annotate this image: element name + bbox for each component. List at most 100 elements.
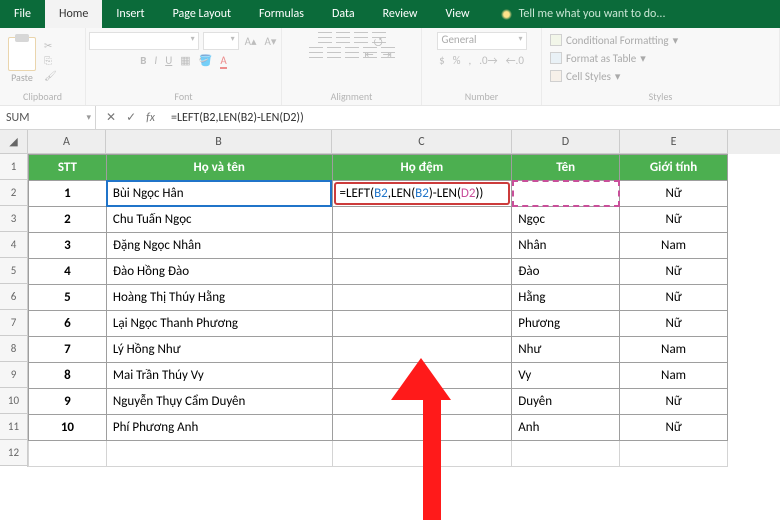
decrease-decimal-icon[interactable]: ←.0	[504, 54, 526, 67]
select-all-corner[interactable]: ◢	[0, 130, 27, 154]
font-size-select[interactable]	[203, 32, 239, 50]
cell[interactable]	[332, 311, 512, 337]
cell[interactable]: 2	[29, 207, 107, 233]
cell[interactable]: Vy	[512, 363, 620, 389]
cell[interactable]: Nam	[620, 337, 728, 363]
cell[interactable]: Nữ	[620, 259, 728, 285]
row-header[interactable]: 5	[0, 258, 27, 284]
cell[interactable]: Hằng	[512, 285, 620, 311]
cell[interactable]: Như	[512, 337, 620, 363]
cell[interactable]: 7	[29, 337, 107, 363]
align-middle-icon[interactable]	[336, 32, 350, 43]
formula-input[interactable]: =LEFT(B2,LEN(B2)-LEN(D2))	[165, 106, 780, 129]
orientation-icon[interactable]: ⭯	[372, 32, 386, 43]
header-cell[interactable]: Tên	[512, 155, 620, 181]
row-header[interactable]: 12	[0, 440, 27, 466]
cell-d2[interactable]	[512, 181, 620, 207]
row-header[interactable]: 10	[0, 388, 27, 414]
cell[interactable]: 8	[29, 363, 107, 389]
cell[interactable]: 3	[29, 233, 107, 259]
row-header[interactable]: 4	[0, 232, 27, 258]
cell[interactable]: Đào Hồng Đào	[106, 259, 332, 285]
align-right-icon[interactable]	[345, 47, 359, 58]
name-box[interactable]: SUM	[0, 106, 96, 129]
row-header[interactable]: 8	[0, 336, 27, 362]
paste-icon[interactable]	[8, 37, 36, 71]
decrease-font-icon[interactable]: A▾	[263, 35, 279, 48]
cell[interactable]	[332, 389, 512, 415]
cell[interactable]	[106, 441, 332, 467]
formula-edit-box[interactable]: =LEFT(B2,LEN(B2)-LEN(D2))	[334, 182, 511, 205]
decrease-indent-icon[interactable]: ⇤	[363, 47, 377, 58]
cell[interactable]: 10	[29, 415, 107, 441]
increase-font-icon[interactable]: A▴	[243, 35, 259, 48]
currency-icon[interactable]: $	[437, 54, 447, 67]
col-header[interactable]: B	[106, 130, 332, 154]
cell[interactable]	[332, 233, 512, 259]
format-as-table-button[interactable]: Format as Table▾	[550, 50, 646, 66]
percent-icon[interactable]: %	[451, 54, 463, 67]
cell[interactable]	[332, 207, 512, 233]
cell[interactable]: Hoàng Thị Thúy Hằng	[106, 285, 332, 311]
cell[interactable]: Nữ	[620, 311, 728, 337]
cell[interactable]: Lại Ngọc Thanh Phương	[106, 311, 332, 337]
tab-home[interactable]: Home	[45, 0, 102, 28]
header-cell[interactable]: Họ đệm	[332, 155, 512, 181]
cell[interactable]	[332, 363, 512, 389]
font-color-icon[interactable]: A	[218, 54, 228, 67]
conditional-formatting-button[interactable]: Conditional Formatting▾	[550, 32, 678, 48]
cell[interactable]: Nam	[620, 363, 728, 389]
cell[interactable]: Đặng Ngọc Nhân	[106, 233, 332, 259]
format-painter-icon[interactable]: 🖌	[44, 69, 57, 82]
col-header[interactable]: E	[620, 130, 728, 154]
tab-page-layout[interactable]: Page Layout	[159, 0, 245, 28]
cancel-formula-icon[interactable]: ✕	[106, 110, 116, 125]
cell[interactable]: Phí Phương Anh	[106, 415, 332, 441]
row-header[interactable]: 1	[0, 154, 27, 180]
cell[interactable]: Nam	[620, 233, 728, 259]
cell[interactable]: Nhân	[512, 233, 620, 259]
cell[interactable]	[332, 285, 512, 311]
cell[interactable]: Nguyễn Thụy Cẩm Duyên	[106, 389, 332, 415]
number-format-select[interactable]: General	[437, 32, 527, 50]
tab-formulas[interactable]: Formulas	[245, 0, 318, 28]
header-cell[interactable]: Giới tính	[620, 155, 728, 181]
cell[interactable]: Nữ	[620, 389, 728, 415]
cut-icon[interactable]: ✂	[44, 39, 57, 52]
col-header[interactable]: C	[332, 130, 512, 154]
row-header[interactable]: 11	[0, 414, 27, 440]
tab-insert[interactable]: Insert	[102, 0, 158, 28]
cell[interactable]	[332, 259, 512, 285]
cell[interactable]: Mai Trần Thúy Vy	[106, 363, 332, 389]
row-header[interactable]: 3	[0, 206, 27, 232]
italic-button[interactable]: I	[152, 54, 159, 67]
cell[interactable]: Nữ	[620, 207, 728, 233]
row-header[interactable]: 6	[0, 284, 27, 310]
increase-indent-icon[interactable]: ⇥	[381, 47, 395, 58]
fill-color-icon[interactable]: 🪣	[197, 54, 215, 67]
tab-data[interactable]: Data	[318, 0, 369, 28]
row-header[interactable]: 7	[0, 310, 27, 336]
cell[interactable]: 6	[29, 311, 107, 337]
cell[interactable]: Anh	[512, 415, 620, 441]
accept-formula-icon[interactable]: ✓	[126, 110, 136, 125]
border-icon[interactable]: ▦	[178, 54, 192, 67]
col-header[interactable]: A	[28, 130, 106, 154]
tab-view[interactable]: View	[432, 0, 484, 28]
header-cell[interactable]: Họ và tên	[106, 155, 332, 181]
align-top-icon[interactable]	[318, 32, 332, 43]
cell-b2[interactable]: Bùi Ngọc Hân	[106, 181, 332, 207]
cell[interactable]: 1	[29, 181, 107, 207]
bold-button[interactable]: B	[138, 54, 148, 67]
cell[interactable]: Nữ	[620, 415, 728, 441]
cell[interactable]: Duyên	[512, 389, 620, 415]
header-cell[interactable]: STT	[29, 155, 107, 181]
cell[interactable]: Đào	[512, 259, 620, 285]
tab-file[interactable]: File	[0, 0, 45, 28]
cell[interactable]: Nữ	[620, 181, 728, 207]
fx-icon[interactable]: fx	[146, 111, 155, 125]
cell[interactable]: 5	[29, 285, 107, 311]
tell-me-search[interactable]: Tell me what you want to do...	[500, 0, 666, 28]
cell-c2-editing[interactable]: =LEFT(B2,LEN(B2)-LEN(D2))	[332, 181, 512, 207]
font-name-select[interactable]	[89, 32, 199, 50]
